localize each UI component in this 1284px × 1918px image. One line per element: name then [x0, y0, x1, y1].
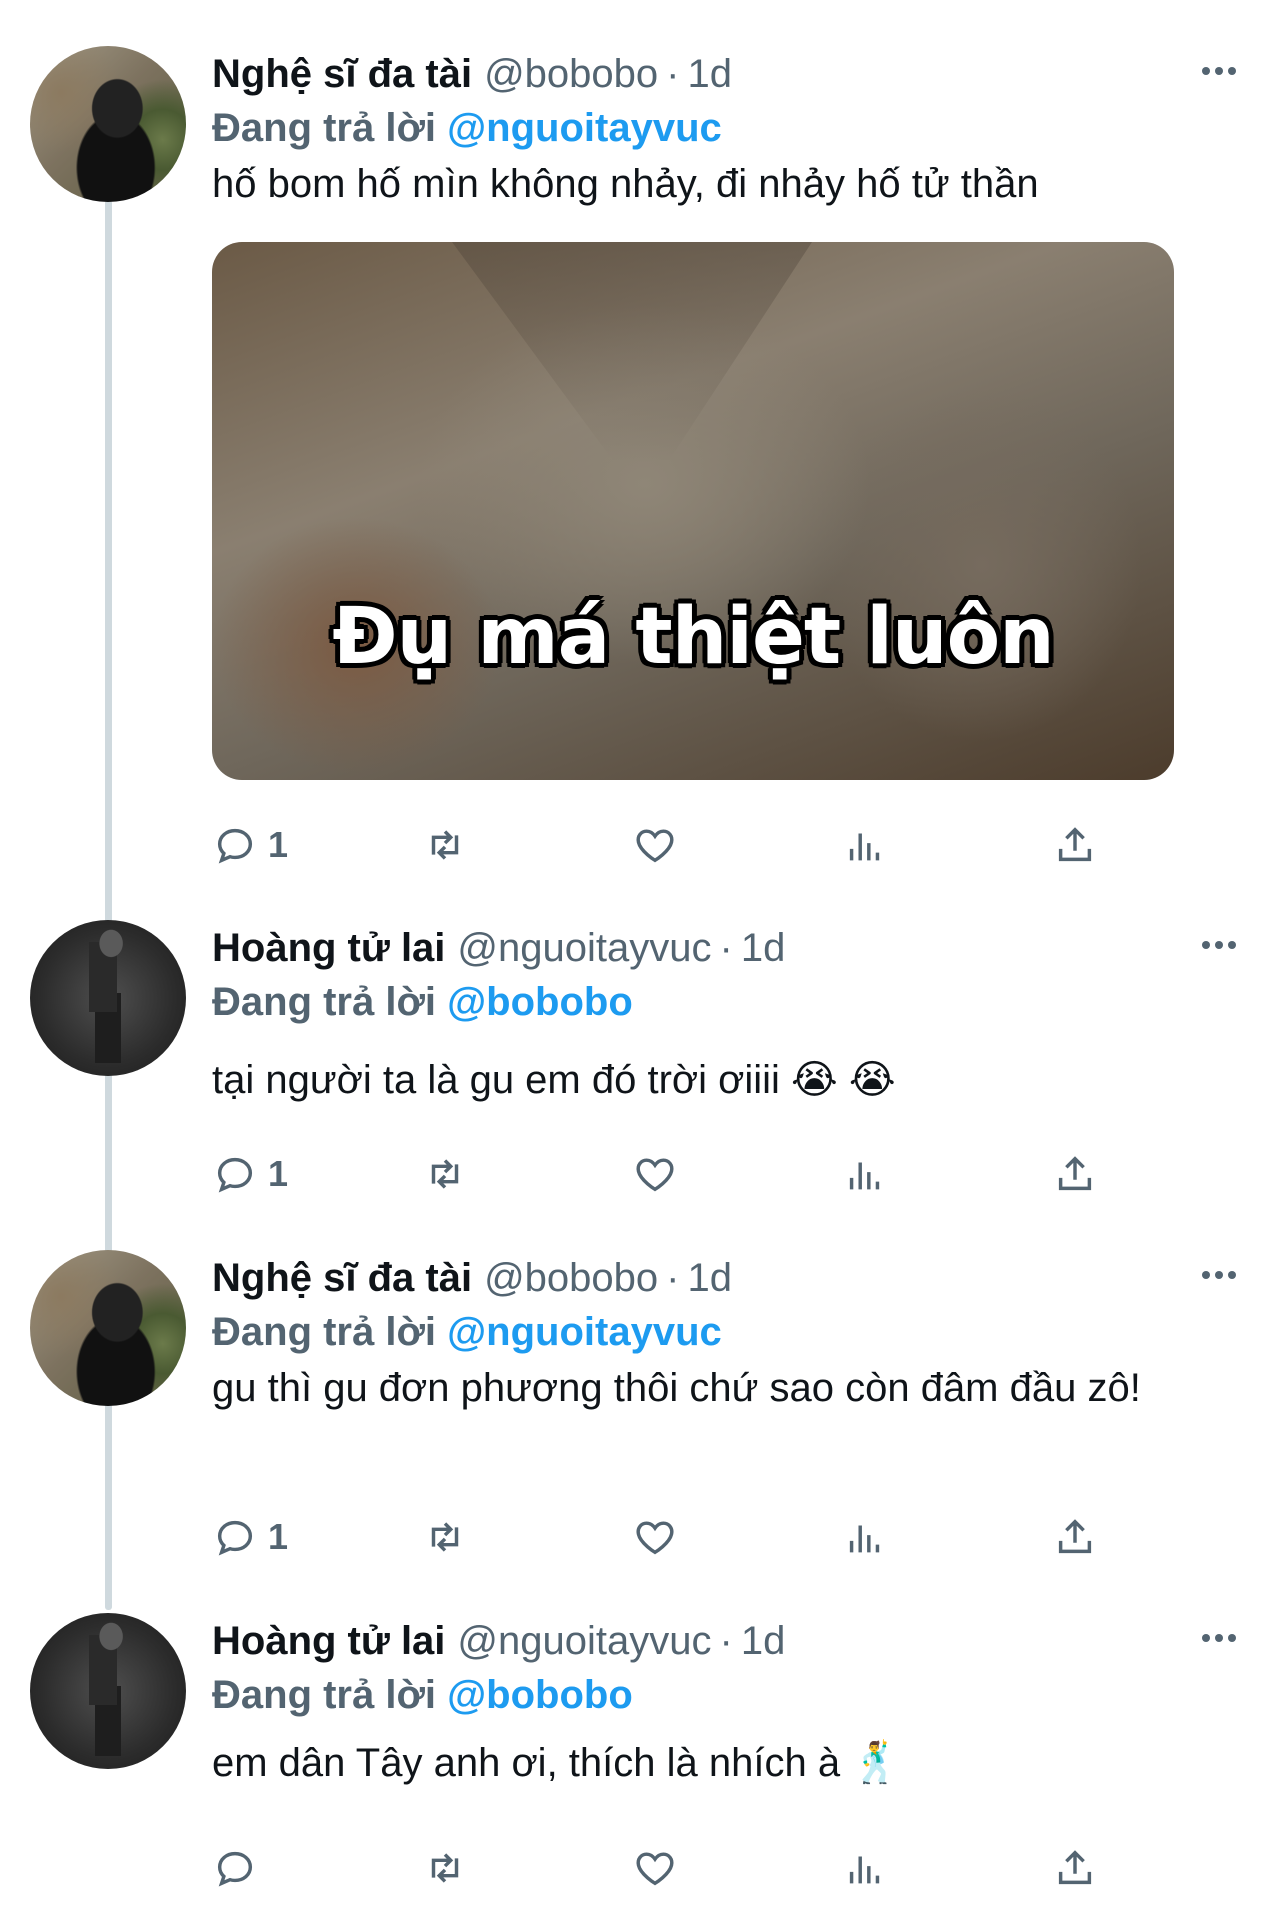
like-icon [636, 1158, 674, 1192]
like-icon [636, 1521, 674, 1555]
retweet-icon [431, 830, 459, 860]
tweet-content: Hoàng tử lai @nguoitayvuc · 1d Đang trả … [212, 920, 1244, 1108]
user-handle[interactable]: @bobobo [484, 52, 658, 97]
replying-to-label: Đang trả lời [212, 1310, 437, 1354]
share-icon [1058, 1519, 1092, 1554]
reply-icon [217, 828, 253, 864]
views-button[interactable] [842, 815, 888, 875]
reply-count: 1 [268, 1516, 289, 1557]
like-icon [636, 829, 674, 863]
share-icon [1058, 827, 1092, 862]
views-button[interactable] [842, 1838, 888, 1898]
like-button[interactable] [632, 815, 678, 875]
tweet-media[interactable]: Đụ má thiệt luôn [212, 242, 1174, 780]
like-icon [636, 1852, 674, 1886]
tweet-header: Nghệ sĩ đa tài @bobobo · 1d [212, 46, 1244, 102]
share-button[interactable] [1052, 1507, 1098, 1567]
replying-to-label: Đang trả lời [212, 106, 437, 150]
avatar[interactable] [30, 920, 186, 1076]
retweet-button[interactable] [422, 1838, 468, 1898]
more-icon[interactable] [1194, 1623, 1244, 1653]
replying-to: Đang trả lời @bobobo [212, 1669, 1244, 1721]
avatar[interactable] [30, 46, 186, 202]
mention-link[interactable]: @nguoitayvuc [447, 1310, 722, 1354]
reply-icon [217, 1851, 253, 1887]
tweet-text: tại người ta là gu em đó trời ơiiii 😭 😭 [212, 1058, 896, 1102]
separator-dot: · [719, 1618, 733, 1663]
like-button[interactable] [632, 1838, 678, 1898]
retweet-button[interactable] [422, 1507, 468, 1567]
views-icon [849, 833, 880, 861]
separator-dot: · [666, 1255, 680, 1300]
retweet-icon [431, 1159, 459, 1189]
reply-icon [217, 1520, 253, 1556]
tweet-actions: 1 [212, 1507, 1172, 1567]
like-button[interactable] [632, 1507, 678, 1567]
timestamp[interactable]: 1d [687, 1256, 732, 1301]
views-button[interactable] [842, 1144, 888, 1204]
tweet-text: gu thì gu đơn phương thôi chứ sao còn đâ… [212, 1366, 1141, 1410]
tweet-header: Nghệ sĩ đa tài @bobobo · 1d [212, 1250, 1244, 1306]
share-icon [1058, 1850, 1092, 1885]
display-name[interactable]: Nghệ sĩ đa tài [212, 52, 472, 97]
timestamp[interactable]: 1d [741, 926, 786, 971]
more-icon[interactable] [1194, 1260, 1244, 1290]
user-handle[interactable]: @nguoitayvuc [457, 926, 711, 971]
tweet-header: Hoàng tử lai @nguoitayvuc · 1d [212, 920, 1244, 976]
avatar[interactable] [30, 1613, 186, 1769]
user-handle[interactable]: @nguoitayvuc [457, 1619, 711, 1664]
replying-to-label: Đang trả lời [212, 980, 437, 1024]
more-icon[interactable] [1194, 930, 1244, 960]
share-button[interactable] [1052, 1838, 1098, 1898]
retweet-icon [431, 1853, 459, 1883]
reply-button[interactable]: 1 [212, 815, 288, 875]
share-button[interactable] [1052, 815, 1098, 875]
replying-to-label: Đang trả lời [212, 1673, 437, 1717]
user-handle[interactable]: @bobobo [484, 1256, 658, 1301]
retweet-button[interactable] [422, 815, 468, 875]
display-name[interactable]: Hoàng tử lai [212, 1619, 445, 1664]
tweet-content: Hoàng tử lai @nguoitayvuc · 1d Đang trả … [212, 1613, 1244, 1791]
tweet-actions: 1 [212, 815, 1172, 875]
reply-icon [217, 1157, 253, 1193]
display-name[interactable]: Hoàng tử lai [212, 926, 445, 971]
display-name[interactable]: Nghệ sĩ đa tài [212, 1256, 472, 1301]
replying-to: Đang trả lời @bobobo [212, 976, 1244, 1028]
retweet-icon [431, 1522, 459, 1552]
share-button[interactable] [1052, 1144, 1098, 1204]
reply-count: 1 [268, 1153, 289, 1194]
like-button[interactable] [632, 1144, 678, 1204]
tweet-text: em dân Tây anh ơi, thích là nhích à 🕺 [212, 1741, 902, 1785]
separator-dot: · [719, 925, 733, 970]
tweet-actions [212, 1838, 1172, 1898]
views-button[interactable] [842, 1507, 888, 1567]
replying-to: Đang trả lời @nguoitayvuc [212, 1306, 1244, 1358]
reply-button[interactable]: 1 [212, 1144, 288, 1204]
views-icon [849, 1856, 880, 1884]
reply-button[interactable] [212, 1838, 268, 1898]
share-icon [1058, 1156, 1092, 1191]
timestamp[interactable]: 1d [741, 1619, 786, 1664]
views-icon [849, 1162, 880, 1190]
separator-dot: · [666, 51, 680, 96]
tweet-content: Nghệ sĩ đa tài @bobobo · 1d Đang trả lời… [212, 46, 1244, 780]
reply-button[interactable]: 1 [212, 1507, 288, 1567]
tweet-thread: Nghệ sĩ đa tài @bobobo · 1d Đang trả lời… [0, 0, 1284, 1918]
tweet-content: Nghệ sĩ đa tài @bobobo · 1d Đang trả lời… [212, 1250, 1244, 1416]
retweet-button[interactable] [422, 1144, 468, 1204]
mention-link[interactable]: @bobobo [447, 1673, 633, 1717]
timestamp[interactable]: 1d [687, 52, 732, 97]
reply-count: 1 [268, 824, 289, 865]
tweet-actions: 1 [212, 1144, 1172, 1204]
views-icon [849, 1525, 880, 1553]
tweet-header: Hoàng tử lai @nguoitayvuc · 1d [212, 1613, 1244, 1669]
avatar[interactable] [30, 1250, 186, 1406]
mention-link[interactable]: @nguoitayvuc [447, 106, 722, 150]
more-icon[interactable] [1194, 56, 1244, 86]
tweet-text: hố bom hố mìn không nhảy, đi nhảy hố tử … [212, 162, 1039, 206]
mention-link[interactable]: @bobobo [447, 980, 633, 1024]
media-shirt-shade [452, 242, 812, 462]
replying-to: Đang trả lời @nguoitayvuc [212, 102, 1244, 154]
media-caption: Đụ má thiệt luôn [332, 592, 1054, 682]
